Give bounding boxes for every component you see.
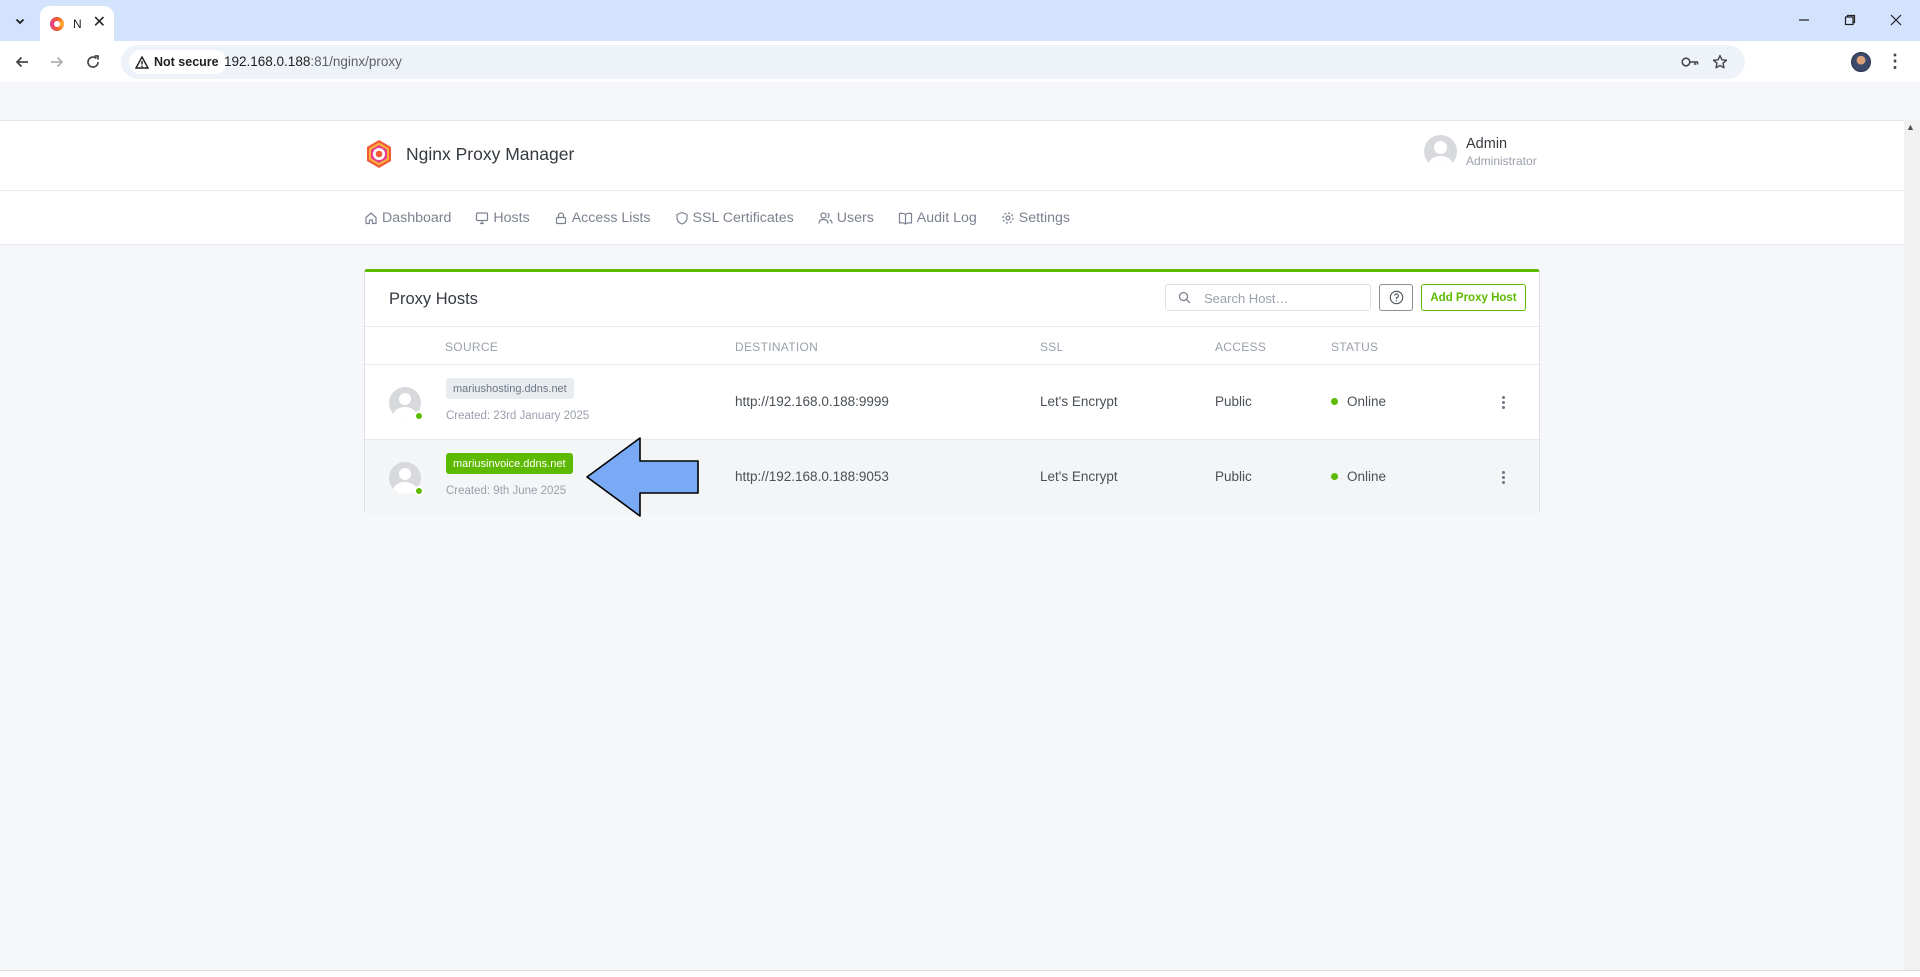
nav-label: Audit Log [916, 210, 977, 226]
access-cell: Public [1215, 469, 1252, 484]
card-header: Proxy Hosts Add Proxy Host [365, 272, 1539, 327]
lock-icon [555, 212, 566, 225]
user-role: Administrator [1466, 153, 1537, 168]
home-icon [365, 212, 377, 225]
annotation-arrow-icon [586, 437, 699, 517]
user-avatar-icon [1424, 135, 1457, 168]
url-host: 192.168.0.188 [224, 54, 311, 69]
monitor-icon [476, 212, 489, 225]
minimize-window-icon[interactable] [1792, 8, 1816, 32]
nav-ssl-certificates[interactable]: SSL Certificates [675, 210, 794, 226]
security-chip[interactable]: Not secure [129, 50, 227, 74]
scroll-up-arrow-icon[interactable]: ▲ [1906, 122, 1915, 132]
main-nav: Dashboard Hosts Access Lists SSL Certifi… [0, 191, 1904, 245]
window-bottom-edge [0, 970, 1920, 977]
table-header: SOURCE DESTINATION SSL ACCESS STATUS [365, 327, 1539, 365]
add-proxy-host-button[interactable]: Add Proxy Host [1421, 284, 1526, 311]
nav-label: SSL Certificates [692, 210, 794, 226]
nav-label: Settings [1018, 210, 1071, 226]
nav-hosts[interactable]: Hosts [475, 210, 530, 226]
column-source: SOURCE [445, 340, 499, 354]
close-window-icon[interactable] [1884, 8, 1908, 32]
nav-label: Hosts [493, 210, 530, 226]
npm-logo-icon [367, 140, 391, 168]
browser-tab-strip: N ✕ [0, 0, 1920, 41]
users-icon [818, 212, 833, 224]
settings-icon [1002, 212, 1014, 224]
domain-badge[interactable]: mariushosting.ddns.net [446, 378, 574, 399]
url-path: :81/nginx/proxy [310, 54, 402, 69]
ssl-cell: Let's Encrypt [1040, 394, 1118, 409]
card-title: Proxy Hosts [389, 290, 478, 308]
bookmark-star-icon[interactable] [1711, 53, 1729, 71]
app-title: Nginx Proxy Manager [406, 143, 575, 164]
destination-cell: http://192.168.0.188:9053 [735, 469, 889, 484]
row-menu-icon[interactable] [1497, 392, 1509, 412]
table-row[interactable]: mariushosting.ddns.net Created: 23rd Jan… [365, 365, 1539, 440]
online-indicator [414, 486, 424, 496]
help-button[interactable] [1379, 284, 1413, 311]
proxy-hosts-card: Proxy Hosts Add Proxy Host SOURCE DESTIN… [364, 269, 1540, 515]
column-access: ACCESS [1215, 340, 1267, 354]
chevron-down-icon [15, 18, 25, 25]
tab-search-button[interactable] [8, 9, 32, 33]
page-viewport: Nginx Proxy Manager Admin Administrator … [0, 120, 1904, 971]
close-tab-icon[interactable]: ✕ [93, 14, 106, 32]
password-key-icon[interactable] [1681, 53, 1699, 71]
url-text[interactable]: 192.168.0.188:81/nginx/proxy [224, 54, 402, 69]
warning-icon [135, 55, 149, 69]
search-icon [1178, 291, 1191, 304]
status-label: Online [1347, 394, 1387, 409]
nav-settings[interactable]: Settings [1001, 210, 1070, 226]
status-dot-icon [1331, 398, 1338, 405]
book-icon [898, 212, 912, 225]
address-bar[interactable]: Not secure 192.168.0.188:81/nginx/proxy [121, 45, 1745, 79]
forward-arrow-icon[interactable] [44, 49, 70, 75]
access-cell: Public [1215, 394, 1252, 409]
nav-access-lists[interactable]: Access Lists [554, 210, 651, 226]
search-input[interactable] [1204, 289, 1364, 307]
tab-title: N [73, 16, 82, 31]
status-dot-icon [1331, 473, 1338, 480]
row-menu-icon[interactable] [1497, 467, 1509, 487]
help-circle-icon [1389, 290, 1403, 305]
status-cell: Online [1331, 394, 1386, 409]
shield-icon [675, 211, 688, 225]
created-date: Created: 23rd January 2025 [446, 410, 590, 422]
user-menu[interactable]: Admin Administrator [1424, 135, 1537, 168]
page-scrollbar[interactable] [1904, 120, 1920, 971]
nav-dashboard[interactable]: Dashboard [364, 210, 451, 226]
reload-icon[interactable] [80, 49, 106, 75]
browser-toolbar: Not secure 192.168.0.188:81/nginx/proxy … [0, 41, 1920, 82]
nav-label: Users [836, 210, 874, 226]
npm-favicon-icon [50, 16, 64, 31]
domain-badge[interactable]: mariusinvoice.ddns.net [446, 453, 573, 474]
online-indicator [414, 411, 424, 421]
status-cell: Online [1331, 469, 1386, 484]
nav-label: Dashboard [382, 210, 452, 226]
nav-label: Access Lists [571, 210, 651, 226]
nav-users[interactable]: Users [818, 210, 874, 226]
user-name: Admin [1466, 135, 1508, 152]
restore-window-icon[interactable] [1838, 8, 1862, 32]
ssl-cell: Let's Encrypt [1040, 469, 1118, 484]
search-box[interactable] [1165, 284, 1371, 311]
browser-tab[interactable]: N ✕ [40, 6, 114, 41]
column-ssl: SSL [1040, 340, 1064, 354]
status-label: Online [1347, 469, 1387, 484]
column-destination: DESTINATION [735, 340, 819, 354]
brand[interactable]: Nginx Proxy Manager [364, 139, 574, 169]
table-row[interactable]: mariusinvoice.ddns.net Created: 9th June… [365, 440, 1539, 515]
created-date: Created: 9th June 2025 [446, 485, 567, 497]
nav-audit-log[interactable]: Audit Log [898, 210, 977, 226]
app-header: Nginx Proxy Manager Admin Administrator [0, 121, 1904, 191]
browser-menu-icon[interactable]: ⋮ [1885, 50, 1905, 72]
column-status: STATUS [1331, 340, 1379, 354]
back-arrow-icon[interactable] [9, 49, 35, 75]
security-label: Not secure [154, 55, 219, 69]
destination-cell: http://192.168.0.188:9999 [735, 394, 889, 409]
profile-avatar[interactable] [1851, 52, 1871, 72]
